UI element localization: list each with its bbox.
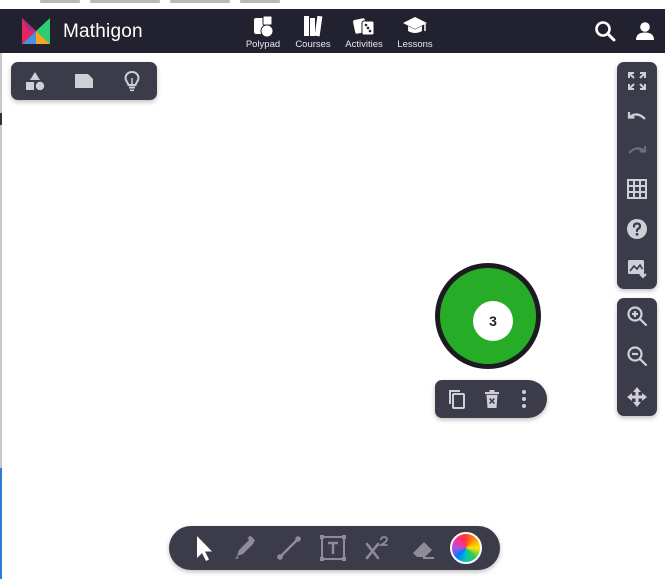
nav-lessons[interactable]: Lessons bbox=[388, 12, 442, 52]
download-image-icon bbox=[628, 260, 647, 279]
right-tool-panel-bottom bbox=[617, 298, 657, 416]
nav-lessons-label: Lessons bbox=[397, 39, 433, 50]
undo-button[interactable] bbox=[625, 106, 649, 130]
hints-button[interactable] bbox=[119, 69, 145, 93]
text-tool[interactable] bbox=[319, 534, 347, 562]
grid-button[interactable] bbox=[625, 177, 649, 201]
nav-courses-label: Courses bbox=[295, 39, 331, 50]
pen-tool[interactable] bbox=[231, 534, 259, 562]
zoom-in-button[interactable] bbox=[625, 304, 649, 328]
help-button[interactable] bbox=[625, 217, 649, 241]
lightbulb-icon bbox=[124, 70, 140, 92]
zoom-in-icon bbox=[627, 306, 648, 327]
eraser-tool[interactable] bbox=[409, 534, 437, 562]
equation-tool[interactable] bbox=[364, 534, 392, 562]
cards-button[interactable] bbox=[71, 69, 97, 93]
search-icon[interactable] bbox=[594, 20, 616, 42]
activities-icon bbox=[353, 18, 375, 36]
pan-icon bbox=[627, 387, 647, 407]
lessons-icon bbox=[403, 17, 427, 33]
help-icon bbox=[627, 219, 647, 239]
pan-button[interactable] bbox=[625, 385, 649, 409]
shapes-button[interactable] bbox=[22, 69, 48, 93]
delete-icon bbox=[485, 390, 499, 408]
fullscreen-icon bbox=[628, 72, 646, 90]
nav-activities[interactable]: Activities bbox=[337, 12, 391, 52]
left-tool-panel bbox=[11, 62, 157, 100]
download-image-button[interactable] bbox=[625, 256, 649, 280]
grid-icon bbox=[627, 179, 647, 199]
shapes-icon bbox=[26, 72, 45, 91]
fullscreen-button[interactable] bbox=[625, 69, 649, 93]
left-edge-strip bbox=[0, 53, 2, 579]
line-tool[interactable] bbox=[275, 534, 303, 562]
brand-name[interactable]: Mathigon bbox=[63, 21, 143, 43]
top-navbar: Mathigon Polypad Courses Activities Less… bbox=[0, 9, 665, 53]
nav-polypad[interactable]: Polypad bbox=[236, 12, 290, 52]
select-tool[interactable] bbox=[189, 534, 217, 562]
duplicate-icon bbox=[449, 390, 465, 409]
nav-activities-label: Activities bbox=[345, 39, 383, 50]
courses-icon bbox=[304, 15, 323, 37]
browser-top-strip bbox=[0, 0, 665, 9]
card-icon bbox=[75, 74, 93, 88]
undo-icon bbox=[627, 112, 646, 120]
color-picker-button[interactable] bbox=[450, 532, 482, 564]
redo-button[interactable] bbox=[625, 140, 649, 164]
text-icon bbox=[320, 535, 346, 561]
eraser-icon bbox=[413, 542, 434, 559]
tile-center: 3 bbox=[473, 301, 513, 341]
redo-icon bbox=[628, 146, 647, 154]
app-window: Mathigon Polypad Courses Activities Less… bbox=[0, 0, 665, 579]
mathigon-logo-icon[interactable] bbox=[22, 18, 50, 44]
duplicate-button[interactable] bbox=[446, 388, 468, 410]
delete-button[interactable] bbox=[481, 388, 503, 410]
zoom-out-icon bbox=[627, 346, 648, 367]
right-tool-panel-top bbox=[617, 62, 657, 289]
line-icon bbox=[277, 536, 301, 560]
tile-value: 3 bbox=[489, 313, 497, 329]
user-icon[interactable] bbox=[634, 20, 656, 42]
tile-green-ring: 3 bbox=[440, 268, 536, 364]
pen-icon bbox=[235, 535, 256, 559]
zoom-out-button[interactable] bbox=[625, 344, 649, 368]
nav-polypad-label: Polypad bbox=[245, 39, 281, 50]
polypad-icon bbox=[254, 15, 274, 38]
bottom-drawing-toolbar bbox=[169, 526, 500, 570]
selected-number-tile[interactable]: 3 bbox=[435, 263, 541, 369]
selection-context-toolbar bbox=[435, 380, 547, 418]
nav-courses[interactable]: Courses bbox=[286, 12, 340, 52]
equation-icon bbox=[365, 536, 388, 560]
more-options-button[interactable] bbox=[513, 388, 535, 410]
color-picker-icon bbox=[450, 532, 482, 564]
more-icon bbox=[522, 390, 526, 408]
select-icon bbox=[197, 536, 212, 561]
